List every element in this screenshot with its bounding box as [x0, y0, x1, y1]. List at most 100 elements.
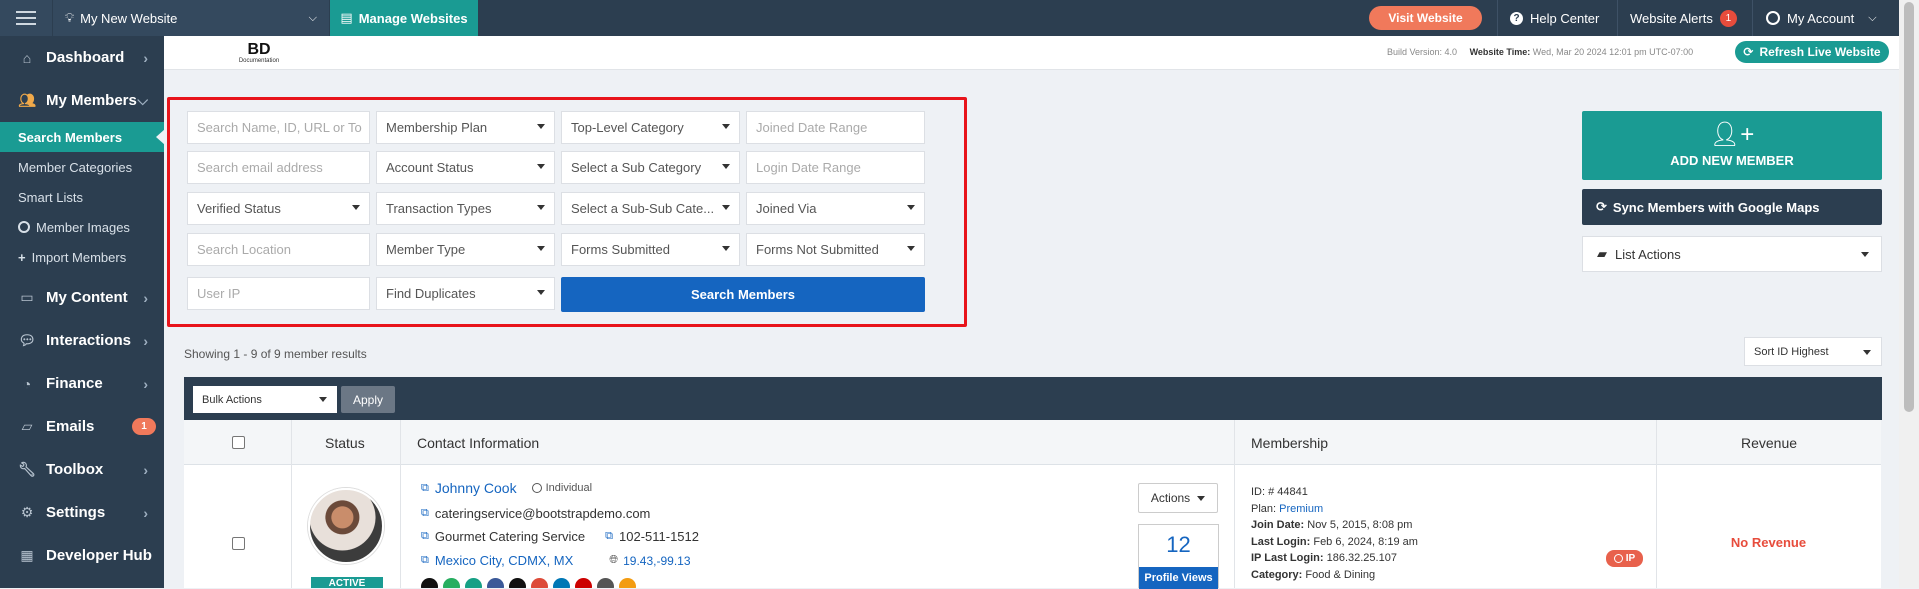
membership-details: ID: # 44841 Plan: Premium Join Date: Nov…: [1251, 484, 1418, 583]
visit-website-button[interactable]: Visit Website: [1369, 6, 1482, 30]
grid-icon: ▦: [20, 547, 34, 563]
copy-icon[interactable]: ⧉: [421, 482, 429, 495]
leaf-icon[interactable]: [465, 578, 482, 588]
sidebar-item-label: Finance: [46, 375, 103, 392]
social-icons: [421, 578, 641, 588]
ip-badge[interactable]: IP: [1606, 550, 1643, 567]
help-center-link[interactable]: ? Help Center: [1510, 0, 1599, 36]
ip-badge-label: IP: [1625, 553, 1636, 564]
plan-label: Plan:: [1251, 502, 1277, 515]
chevron-right-icon: ›: [143, 504, 148, 521]
column-header-membership[interactable]: Membership: [1251, 420, 1328, 465]
copy-icon[interactable]: ⧉: [421, 507, 429, 520]
sidebar-item-settings[interactable]: ⚙ Settings ›: [0, 491, 164, 534]
my-account-label: My Account: [1787, 10, 1855, 26]
website-alerts-link[interactable]: Website Alerts 1: [1630, 0, 1737, 36]
apply-button[interactable]: Apply: [341, 386, 395, 413]
facebook-icon[interactable]: [487, 578, 504, 588]
column-header-contact[interactable]: Contact Information: [417, 420, 539, 465]
sidebar-item-interactions[interactable]: 💬︎ Interactions ›: [0, 319, 164, 362]
website-name: My New Website: [80, 10, 178, 26]
copy-icon[interactable]: ⧉: [421, 554, 429, 567]
gear-icon: ⚙: [20, 504, 34, 520]
refresh-icon: ⟳: [1743, 45, 1754, 59]
column-header-status[interactable]: Status: [325, 420, 365, 465]
hamburger-menu-button[interactable]: [0, 0, 52, 36]
linkedin-icon[interactable]: [553, 578, 570, 588]
youtube-icon[interactable]: [575, 578, 592, 588]
last-login-label: Last Login:: [1251, 535, 1311, 548]
avatar[interactable]: [308, 488, 384, 564]
sidebar-item-developer-hub[interactable]: ▦ Developer Hub: [0, 534, 164, 577]
sidebar-item-finance[interactable]: ◔ Finance ›: [0, 362, 164, 405]
wrench-icon: 🔧︎: [18, 461, 36, 477]
row-actions-button[interactable]: Actions: [1138, 483, 1218, 513]
subitem-label: Member Images: [36, 219, 130, 235]
member-location-link[interactable]: Mexico City, CDMX, MX: [435, 553, 573, 568]
id-label: ID:: [1251, 486, 1266, 498]
sidebar-item-my-content[interactable]: ▭ My Content ›: [0, 276, 164, 319]
sidebar-subitem-member-images[interactable]: Member Images: [0, 212, 164, 242]
member-location-row: ⧉ Mexico City, CDMX, MX 🌐︎ 19.43,-99.13: [421, 553, 691, 568]
bulk-actions-select[interactable]: Bulk Actions: [193, 386, 337, 413]
user-circle-icon: [531, 483, 542, 493]
copy-icon[interactable]: ⧉: [421, 530, 429, 543]
member-company-row: ⧉ Gourmet Catering Service ⧉ 102-511-151…: [421, 529, 699, 544]
tiktok-icon[interactable]: [421, 578, 438, 588]
sidebar-subitem-search-members[interactable]: Search Members: [0, 122, 165, 152]
subitem-label: Member Categories: [18, 159, 133, 175]
sidebar-item-emails[interactable]: ▱ Emails 1: [0, 405, 164, 448]
sidebar-subitem-member-categories[interactable]: Member Categories: [0, 152, 164, 182]
refresh-icon: ⟳: [1596, 199, 1607, 214]
question-circle-icon: ?: [1510, 11, 1523, 25]
revenue-value: No Revenue: [1730, 535, 1807, 550]
scrollbar[interactable]: [1899, 0, 1919, 588]
check-icon[interactable]: [443, 578, 460, 588]
caret-down-icon: [319, 397, 327, 402]
website-selector[interactable]: 💡︎ My New Website ⌵: [52, 0, 329, 36]
sidebar-item-label: Emails: [46, 418, 95, 435]
select-all-checkbox[interactable]: [232, 436, 245, 449]
member-email[interactable]: cateringservice@bootstrapdemo.com: [435, 506, 651, 521]
help-center-label: Help Center: [1530, 10, 1600, 26]
manage-websites-button[interactable]: ▤ Manage Websites: [330, 0, 478, 36]
sidebar-item-toolbox[interactable]: 🔧︎ Toolbox ›: [0, 448, 164, 491]
chevron-right-icon: ›: [143, 461, 148, 478]
sidebar-item-label: Interactions: [46, 332, 132, 349]
pinterest-icon[interactable]: [597, 578, 614, 588]
member-name-link[interactable]: Johnny Cook: [435, 480, 517, 496]
sidebar-item-label: Developer Hub: [46, 547, 152, 564]
add-new-member-button[interactable]: 👤︎+ ADD NEW MEMBER: [1582, 111, 1882, 180]
plan-link[interactable]: Premium: [1279, 503, 1323, 515]
refresh-label: Refresh Live Website: [1759, 45, 1881, 59]
scrollbar-thumb[interactable]: [1904, 2, 1914, 412]
member-coords-link[interactable]: 19.43,-99.13: [623, 554, 690, 568]
member-name-row: ⧉ Johnny Cook Individual: [421, 480, 592, 496]
row-checkbox[interactable]: [232, 537, 245, 550]
site-logo[interactable]: BD Documentation: [206, 39, 312, 67]
list-actions-dropdown[interactable]: ▰ List Actions: [1582, 236, 1882, 272]
results-count: Showing 1 - 9 of 9 member results: [184, 347, 367, 361]
database-icon: ▤: [340, 10, 353, 25]
website-time-label: Website Time:: [1469, 47, 1531, 57]
sort-select[interactable]: Sort ID Highest: [1744, 337, 1882, 366]
column-header-revenue[interactable]: Revenue: [1741, 420, 1797, 465]
rss-icon[interactable]: [619, 578, 636, 588]
refresh-live-website-button[interactable]: ⟳ Refresh Live Website: [1735, 41, 1889, 63]
sidebar-item-label: Dashboard: [46, 49, 125, 66]
user-plus-icon: 👤︎+: [1709, 121, 1755, 148]
copy-icon[interactable]: ⧉: [605, 530, 613, 543]
member-phone[interactable]: 102-511-1512: [619, 529, 699, 544]
my-account-menu[interactable]: My Account ⌵: [1766, 0, 1877, 36]
chevron-down-icon: ⌵: [137, 92, 148, 108]
sidebar-item-my-members[interactable]: 👥︎ My Members ⌵: [0, 79, 164, 122]
profile-views-box[interactable]: 12 Profile Views: [1138, 524, 1219, 589]
category-label: Category:: [1251, 568, 1303, 581]
sort-label: Sort ID Highest: [1754, 345, 1829, 358]
sidebar-subitem-smart-lists[interactable]: Smart Lists: [0, 182, 164, 212]
sidebar-subitem-import-members[interactable]: + Import Members: [0, 242, 164, 272]
sync-google-maps-button[interactable]: ⟳ Sync Members with Google Maps: [1582, 189, 1882, 225]
sidebar-item-dashboard[interactable]: ⌂ Dashboard ›: [0, 36, 164, 79]
x-icon[interactable]: [509, 578, 526, 588]
google-plus-icon[interactable]: [531, 578, 548, 588]
